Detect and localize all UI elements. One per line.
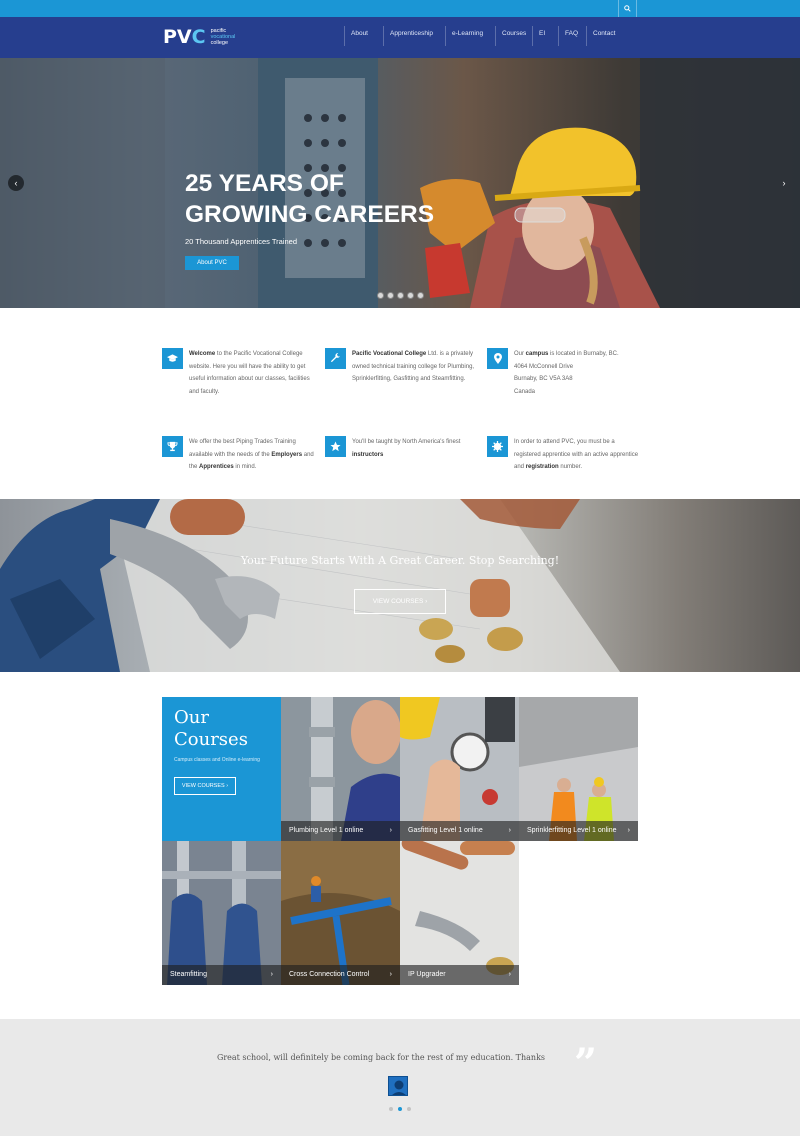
- cta-title: Your Future Starts With A Great Career. …: [240, 554, 560, 567]
- hero-title: 25 YEARS OF GROWING CAREERS: [185, 170, 435, 228]
- course-caption: Plumbing Level 1 online ›: [281, 821, 400, 841]
- course-image: [400, 697, 519, 841]
- nav-contact[interactable]: Contact: [586, 26, 624, 46]
- badge-icon: [487, 436, 508, 457]
- main-nav: About Apprenticeship e-Learning Courses …: [344, 26, 624, 46]
- chevron-left-icon: ‹: [14, 178, 18, 188]
- search-button[interactable]: [618, 0, 637, 17]
- testimonial-dot[interactable]: [389, 1107, 393, 1111]
- trophy-icon: [162, 436, 183, 457]
- hero-dot[interactable]: [397, 292, 404, 299]
- main-header: PVC pacific vocational college About App…: [0, 17, 800, 58]
- course-caption: Gasfitting Level 1 online ›: [400, 821, 519, 841]
- chevron-right-icon: ›: [226, 783, 229, 789]
- hero-dot[interactable]: [417, 292, 424, 299]
- course-image: [281, 697, 400, 841]
- course-image: [519, 697, 638, 841]
- hero-pagination: [377, 292, 424, 299]
- chevron-right-icon: ›: [508, 827, 511, 834]
- nav-apprenticeship[interactable]: Apprenticeship: [383, 26, 445, 46]
- courses-title: Our Courses: [174, 707, 248, 750]
- graduation-cap-icon: [162, 348, 183, 369]
- about-pvc-button[interactable]: About PVC: [185, 256, 239, 270]
- testimonial-dot[interactable]: [398, 1107, 402, 1111]
- chevron-right-icon: ›: [508, 971, 511, 978]
- hero-dot[interactable]: [407, 292, 414, 299]
- chevron-right-icon: ›: [627, 827, 630, 834]
- course-card-cross-connection[interactable]: Cross Connection Control ›: [281, 841, 400, 985]
- testimonial-pagination: [389, 1107, 411, 1111]
- course-caption: Steamfitting ›: [162, 965, 281, 985]
- logo-mark: PVC: [163, 26, 206, 48]
- map-pin-icon: [487, 348, 508, 369]
- nav-faq[interactable]: FAQ: [558, 26, 586, 46]
- features-section: Welcome to the Pacific Vocational Colleg…: [0, 308, 800, 499]
- nav-elearning[interactable]: e-Learning: [445, 26, 495, 46]
- feature-text: Welcome to the Pacific Vocational Colleg…: [189, 351, 310, 395]
- view-courses-button[interactable]: VIEW COURSES ›: [354, 589, 446, 614]
- testimonial-dot[interactable]: [407, 1107, 411, 1111]
- feature-text: Our campus is located in Burnaby, BC. 40…: [514, 351, 619, 395]
- course-image: [400, 841, 519, 985]
- course-caption: Cross Connection Control ›: [281, 965, 400, 985]
- chevron-right-icon: ›: [782, 178, 786, 188]
- course-caption: Sprinklerfitting Level 1 online ›: [519, 821, 638, 841]
- courses-view-button[interactable]: VIEW COURSES ›: [174, 777, 236, 795]
- chevron-right-icon: ›: [425, 598, 428, 605]
- feature-text: In order to attend PVC, you must be a re…: [514, 439, 639, 470]
- chevron-right-icon: ›: [389, 971, 392, 978]
- feature-text: You'll be taught by North America's fine…: [352, 439, 461, 458]
- courses-intro-panel: Our Courses Campus classes and Online e-…: [162, 697, 281, 841]
- search-icon: [624, 5, 631, 12]
- logo-wordmark: pacific vocational college: [210, 28, 236, 46]
- chevron-right-icon: ›: [389, 827, 392, 834]
- course-card-steamfitting[interactable]: Steamfitting ›: [162, 841, 281, 985]
- star-icon: [325, 436, 346, 457]
- top-bar: [0, 0, 800, 17]
- avatar: [388, 1076, 408, 1096]
- user-icon: [392, 1080, 406, 1095]
- course-card-sprinklerfitting[interactable]: Sprinklerfitting Level 1 online ›: [519, 697, 638, 841]
- hero-subtitle: 20 Thousand Apprentices Trained: [185, 237, 298, 246]
- cta-banner: Your Future Starts With A Great Career. …: [0, 499, 800, 672]
- course-card-plumbing[interactable]: Plumbing Level 1 online ›: [281, 697, 400, 841]
- wrench-icon: [325, 348, 346, 369]
- testimonial-section: Great school, will definitely be coming …: [0, 1019, 800, 1136]
- chevron-right-icon: ›: [270, 971, 273, 978]
- quote-icon: ”: [574, 1040, 598, 1087]
- nav-ei[interactable]: EI: [532, 26, 558, 46]
- logo[interactable]: PVC pacific vocational college: [163, 27, 235, 47]
- course-caption: IP Upgrader ›: [400, 965, 519, 985]
- course-image: [281, 841, 400, 985]
- hero-dot[interactable]: [387, 292, 394, 299]
- nav-courses[interactable]: Courses: [495, 26, 532, 46]
- course-card-ip-upgrader[interactable]: IP Upgrader ›: [400, 841, 519, 985]
- feature-text: We offer the best Piping Trades Training…: [189, 439, 314, 470]
- nav-about[interactable]: About: [344, 26, 383, 46]
- testimonial-quote: Great school, will definitely be coming …: [216, 1053, 546, 1062]
- hero-next-button[interactable]: ›: [776, 175, 792, 191]
- courses-subtitle: Campus classes and Online e-learning: [174, 757, 260, 763]
- course-image: [162, 841, 281, 985]
- course-card-gasfitting[interactable]: Gasfitting Level 1 online ›: [400, 697, 519, 841]
- hero-dot[interactable]: [377, 292, 384, 299]
- feature-text: Pacific Vocational College Ltd. is a pri…: [352, 351, 475, 382]
- hero-slider: 25 YEARS OF GROWING CAREERS 20 Thousand …: [0, 58, 800, 308]
- hero-prev-button[interactable]: ‹: [8, 175, 24, 191]
- tools-background-image: [0, 499, 620, 672]
